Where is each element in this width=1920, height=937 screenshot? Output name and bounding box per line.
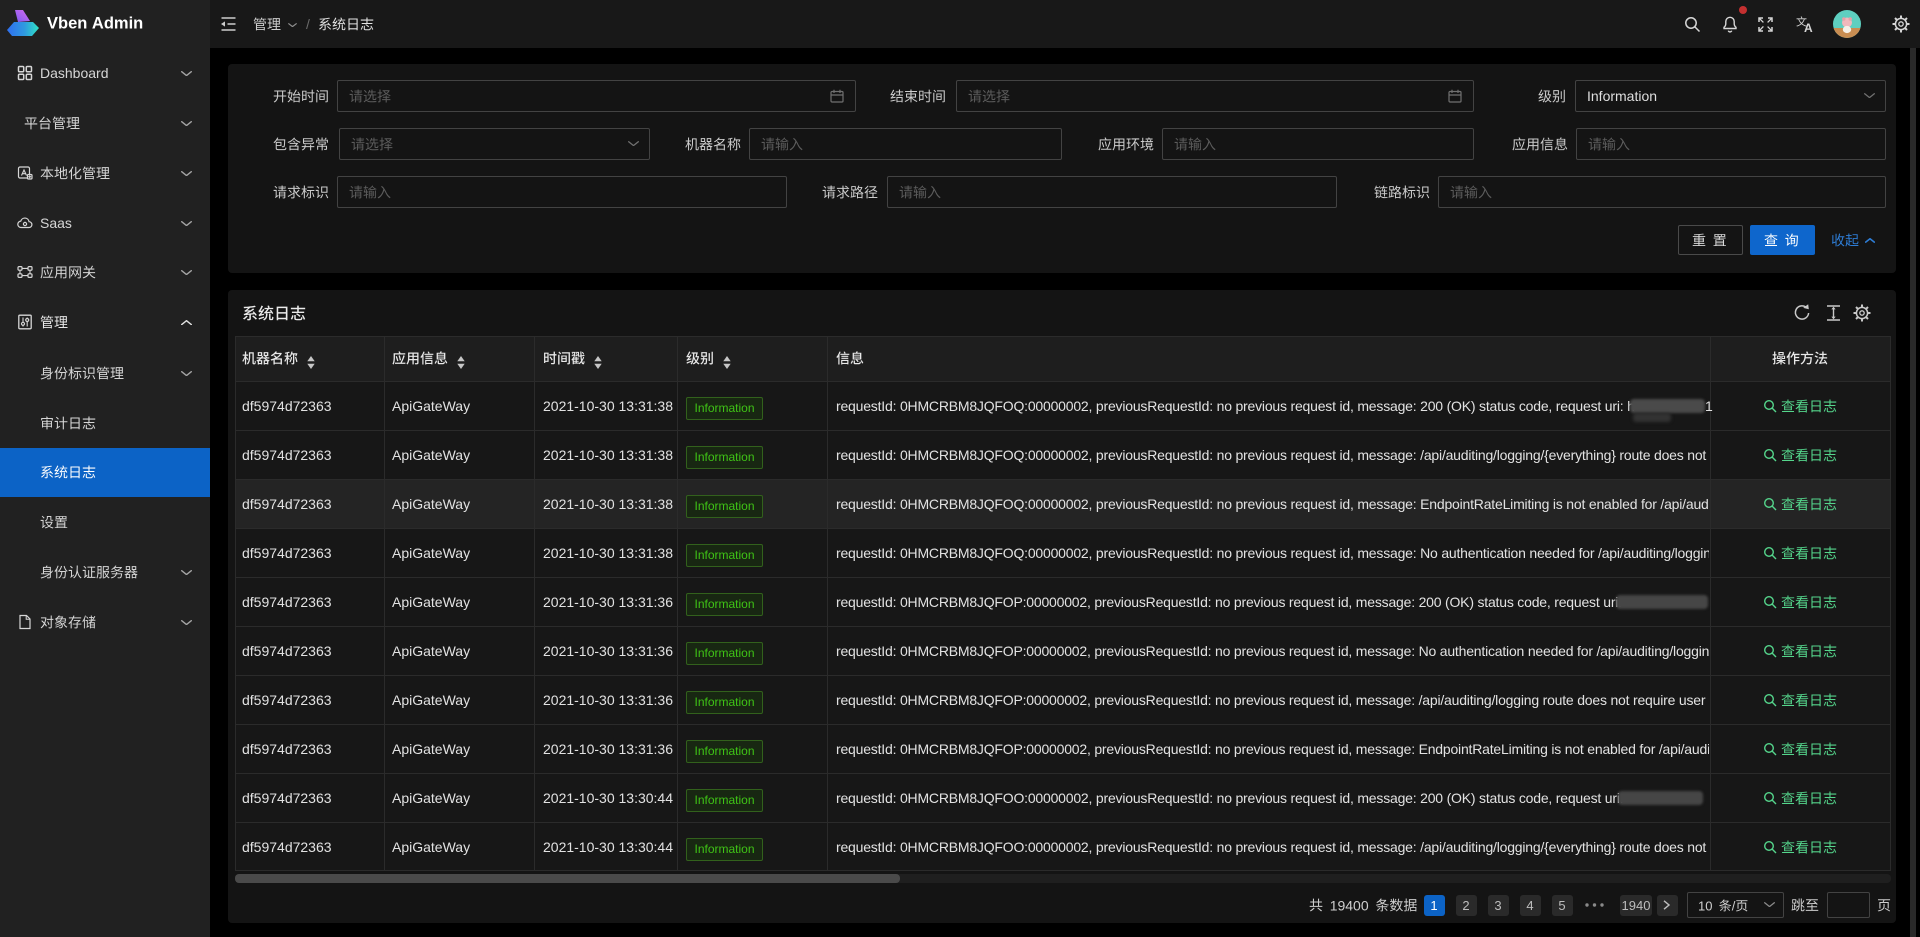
svg-text:19400: 19400 (1330, 897, 1369, 913)
svg-text:10: 10 (1698, 898, 1712, 913)
svg-text:/: / (1732, 898, 1736, 913)
